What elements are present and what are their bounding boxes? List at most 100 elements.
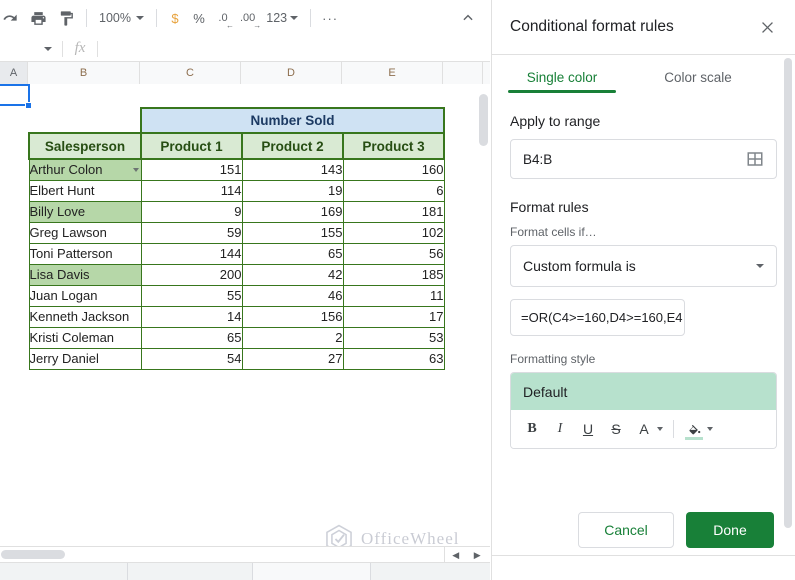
more-options-button[interactable]: ··· [317,5,343,31]
paint-format-icon[interactable] [52,4,80,32]
cell-dropdown-arrow-icon[interactable] [132,167,139,172]
cell-product-3[interactable]: 56 [342,242,445,265]
increase-decimal-button[interactable]: .00 → [235,5,261,31]
cell-salesperson[interactable]: Lisa Davis [28,263,142,286]
cell-product-2[interactable]: 169 [241,200,344,223]
cell-salesperson[interactable]: Juan Logan [28,284,142,307]
cell-product-1[interactable]: 9 [140,200,243,223]
cell-salesperson[interactable]: Kristi Coleman [28,326,142,349]
column-header-d[interactable]: D [241,62,342,84]
cell-salesperson[interactable]: Elbert Hunt [28,179,142,202]
strikethrough-button[interactable]: S [603,416,629,442]
cell-product-3[interactable]: 185 [342,263,445,286]
column-header-a[interactable]: A [0,62,28,84]
table-row[interactable]: Kenneth Jackson 14 156 17 [28,305,445,328]
column-header-b[interactable]: B [28,62,140,84]
column-header-g[interactable] [483,62,490,84]
table-row[interactable]: Kristi Coleman 65 2 53 [28,326,445,349]
vertical-scrollbar-thumb[interactable] [479,94,488,146]
done-button[interactable]: Done [686,512,774,548]
sheet-tab-segment-1[interactable] [0,563,128,580]
cell-product-1[interactable]: 14 [140,305,243,328]
decrease-decimal-button[interactable]: .0 ← [211,5,235,31]
cancel-button[interactable]: Cancel [578,512,674,548]
scroll-left-icon[interactable]: ◀ [452,550,459,561]
percent-format-button[interactable]: % [187,5,211,31]
bold-button[interactable]: B [519,416,545,442]
zoom-control[interactable]: 100% [93,5,150,31]
fill-color-button[interactable] [681,416,707,442]
formula-input[interactable] [98,36,490,62]
sheet-tab-segment-2[interactable] [128,563,253,580]
chevron-up-icon[interactable] [454,4,482,32]
tab-color-scale[interactable]: Color scale [644,55,752,99]
sheet-tab-segment-3[interactable] [253,563,371,580]
panel-scrollbar[interactable] [784,58,792,558]
table-row[interactable]: Lisa Davis 200 42 185 [28,263,445,286]
apply-to-range-input[interactable]: B4:B [510,139,777,179]
cell-salesperson[interactable]: Toni Patterson [28,242,142,265]
table-row[interactable]: Elbert Hunt 114 19 6 [28,179,445,202]
close-icon[interactable] [753,13,781,41]
cell-product-2[interactable]: 143 [241,158,344,181]
scroll-right-icon[interactable]: ▶ [474,550,481,561]
sheet-grid[interactable]: Number Sold Salesperson Product 1 Produc… [0,84,490,555]
cell-product-2[interactable]: 155 [241,221,344,244]
cell-product-2[interactable]: 2 [241,326,344,349]
text-color-button[interactable]: A [631,416,657,442]
cell-product-3[interactable]: 17 [342,305,445,328]
tab-single-color[interactable]: Single color [508,55,616,99]
horizontal-scrollbar[interactable]: ◀ ▶ [0,546,490,563]
currency-format-button[interactable]: $ [163,5,187,31]
custom-formula-input[interactable]: =OR(C4>=160,D4>=160,E4 [510,299,685,336]
column-header-f[interactable] [443,62,483,84]
cell-salesperson[interactable]: Greg Lawson [28,221,142,244]
fill-color-chevron-down-icon[interactable] [707,427,713,431]
cell-product-1[interactable]: 59 [140,221,243,244]
table-row[interactable]: Arthur Colon 151 143 160 [28,158,445,181]
text-color-chevron-down-icon[interactable] [657,427,663,431]
cell-product-2[interactable]: 19 [241,179,344,202]
name-box[interactable] [0,36,62,62]
cell-salesperson[interactable]: Kenneth Jackson [28,305,142,328]
table-row[interactable]: Toni Patterson 144 65 56 [28,242,445,265]
underline-button[interactable]: U [575,416,601,442]
cell-product-2[interactable]: 42 [241,263,344,286]
cell-product-1[interactable]: 151 [140,158,243,181]
cell-product-3[interactable]: 160 [342,158,445,181]
cell-product-2[interactable]: 156 [241,305,344,328]
condition-type-select[interactable]: Custom formula is [510,245,777,287]
cell-product-3[interactable]: 53 [342,326,445,349]
table-row[interactable]: Juan Logan 55 46 11 [28,284,445,307]
table-row[interactable]: Jerry Daniel 54 27 63 [28,347,445,370]
panel-scrollbar-thumb[interactable] [784,58,792,528]
italic-button[interactable]: I [547,416,573,442]
cell-product-1[interactable]: 114 [140,179,243,202]
cell-product-1[interactable]: 54 [140,347,243,370]
cell-product-1[interactable]: 55 [140,284,243,307]
cell-product-3[interactable]: 6 [342,179,445,202]
table-row[interactable]: Greg Lawson 59 155 102 [28,221,445,244]
cell-product-3[interactable]: 181 [342,200,445,223]
cell-product-3[interactable]: 63 [342,347,445,370]
number-format-button[interactable]: 123 [260,5,304,31]
cell-product-1[interactable]: 144 [140,242,243,265]
cell-salesperson[interactable]: Billy Love [28,200,142,223]
redo-icon[interactable] [0,4,24,32]
cell-product-2[interactable]: 46 [241,284,344,307]
horizontal-scrollbar-thumb[interactable] [1,550,65,559]
table-row[interactable]: Billy Love 9 169 181 [28,200,445,223]
cell-product-1[interactable]: 200 [140,263,243,286]
cell-product-3[interactable]: 102 [342,221,445,244]
cell-product-2[interactable]: 27 [241,347,344,370]
cell-product-3[interactable]: 11 [342,284,445,307]
cell-salesperson[interactable]: Jerry Daniel [28,347,142,370]
vertical-scrollbar[interactable] [479,94,488,537]
column-header-e[interactable]: E [342,62,443,84]
cell-salesperson[interactable]: Arthur Colon [28,158,142,181]
column-header-c[interactable]: C [140,62,241,84]
select-range-grid-icon[interactable] [746,150,764,168]
print-icon[interactable] [24,4,52,32]
cell-product-1[interactable]: 65 [140,326,243,349]
cell-product-2[interactable]: 65 [241,242,344,265]
